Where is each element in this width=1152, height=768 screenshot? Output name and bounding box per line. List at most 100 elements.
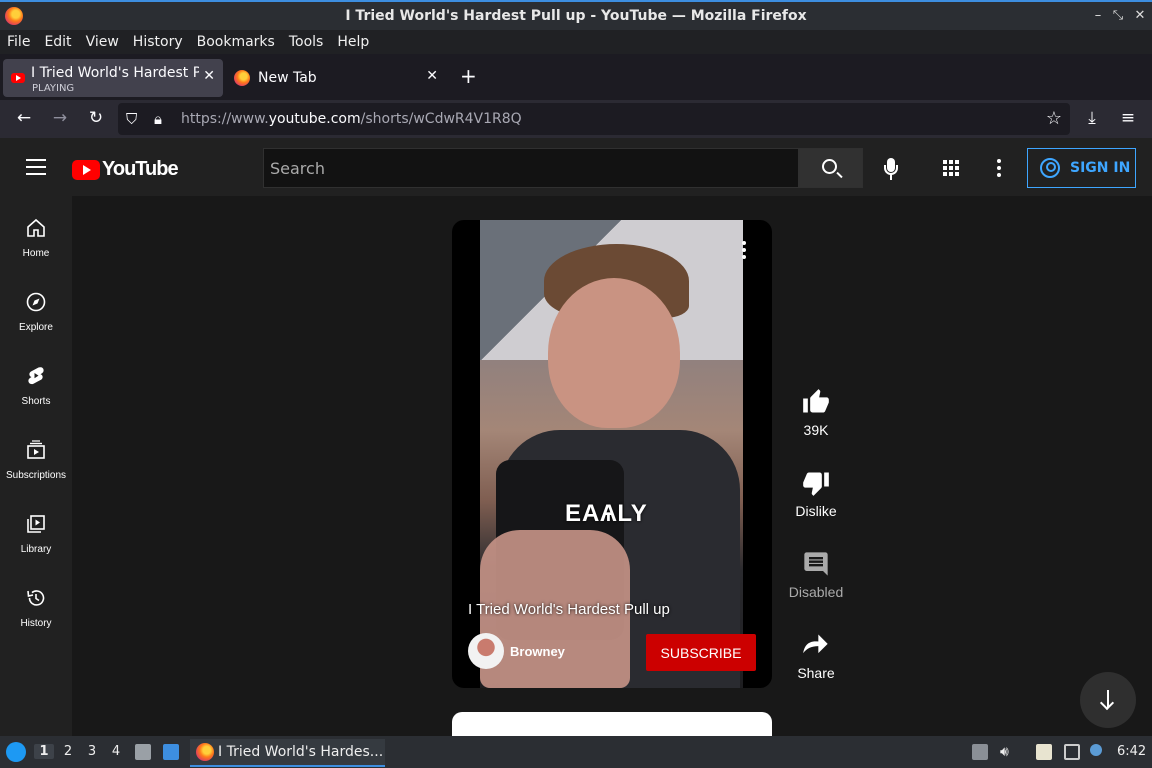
workspace-3[interactable]: 3 (82, 744, 102, 759)
tab-label: New Tab (258, 70, 317, 86)
tab-bar: I Tried World's Hardest Pu PLAYING ✕ New… (0, 54, 1152, 100)
guide-menu-icon[interactable] (26, 159, 46, 180)
navigation-bar: ← → ↻ ⛉ 🔒︎ https://www.youtube.com/short… (0, 100, 1152, 138)
menu-help[interactable]: Help (337, 34, 369, 50)
menu-bar: File Edit View History Bookmarks Tools H… (0, 30, 1152, 54)
youtube-header: YouTube (0, 138, 1152, 196)
workspace-1[interactable]: 1 (34, 744, 54, 759)
notes-icon[interactable] (1036, 744, 1052, 760)
youtube-logo[interactable]: YouTube (72, 158, 179, 181)
network-icon[interactable] (1064, 744, 1080, 760)
library-icon (27, 515, 45, 533)
mini-guide-sidebar: Home Explore Shorts Subscriptions Librar… (0, 196, 72, 736)
app-menu-icon[interactable]: ≡ (1117, 108, 1139, 128)
address-bar[interactable]: ⛉ 🔒︎ https://www.youtube.com/shorts/wCdw… (118, 103, 1070, 135)
sidebar-item-home[interactable]: Home (0, 196, 72, 270)
menu-history[interactable]: History (133, 34, 183, 50)
compass-icon (26, 292, 46, 312)
subscriptions-icon (27, 440, 45, 459)
close-tab-icon[interactable]: ✕ (203, 68, 215, 84)
like-count: 39K (803, 422, 829, 438)
app-launcher-icon[interactable] (6, 742, 26, 762)
sidebar-item-history[interactable]: History (0, 566, 72, 640)
tab-label: I Tried World's Hardest Pu (31, 65, 199, 81)
voice-search-mic-icon[interactable] (884, 158, 898, 182)
sidebar-item-library[interactable]: Library (0, 492, 72, 566)
back-arrow-icon[interactable]: ← (13, 108, 35, 128)
sidebar-item-label: Explore (19, 322, 53, 333)
home-icon (27, 218, 45, 237)
menu-edit[interactable]: Edit (44, 34, 71, 50)
tab-playing-indicator: PLAYING (32, 83, 75, 94)
clock: 6:42 (1117, 744, 1147, 759)
sidebar-item-label: History (20, 618, 52, 629)
youtube-favicon-icon (11, 73, 25, 83)
show-desktop-icon[interactable] (163, 744, 179, 760)
url-text[interactable]: https://www.youtube.com/shorts/wCdwR4V1R… (181, 111, 522, 127)
menu-tools[interactable]: Tools (289, 34, 324, 50)
downloads-icon[interactable]: ⤓ (1081, 108, 1103, 128)
short-title[interactable]: I Tried World's Hardest Pull up (468, 601, 670, 618)
notification-icon[interactable] (1090, 744, 1102, 756)
window-titlebar: I Tried World's Hardest Pull up - YouTub… (0, 0, 1152, 30)
sidebar-item-explore[interactable]: Explore (0, 270, 72, 344)
firefox-icon (196, 743, 214, 761)
volume-icon[interactable]: 🔊︎ (1000, 744, 1016, 760)
dislike-label: Dislike (795, 503, 837, 519)
sidebar-item-label: Library (20, 544, 52, 555)
bookmark-star-icon[interactable]: ☆ (1046, 108, 1062, 129)
settings-kebab-icon[interactable] (997, 159, 1001, 180)
menu-view[interactable]: View (86, 34, 119, 50)
sidebar-item-label: Subscriptions (5, 470, 67, 481)
file-manager-icon[interactable] (135, 744, 151, 760)
lock-icon[interactable]: 🔒︎ (154, 110, 162, 128)
workspace-2[interactable]: 2 (58, 744, 78, 759)
video-person-face (548, 278, 680, 428)
sidebar-item-shorts[interactable]: Shorts (0, 344, 72, 418)
workspace-4[interactable]: 4 (106, 744, 126, 759)
youtube-wordmark: YouTube (102, 158, 179, 180)
arrow-down-icon (1107, 690, 1109, 708)
search-button[interactable] (799, 148, 863, 188)
taskbar-firefox-task[interactable]: I Tried World's Hardes... (190, 739, 385, 767)
channel-avatar[interactable] (468, 633, 504, 669)
minimize-icon[interactable]: – (1090, 8, 1106, 23)
window-title: I Tried World's Hardest Pull up - YouTub… (345, 8, 807, 24)
share-arrow-icon (803, 634, 828, 654)
reload-icon[interactable]: ↻ (85, 108, 107, 128)
new-tab-plus-icon[interactable]: + (460, 64, 477, 88)
restore-icon[interactable]: ⤡ (1110, 8, 1126, 23)
menu-bookmarks[interactable]: Bookmarks (197, 34, 275, 50)
thumbs-up-icon (803, 389, 829, 413)
thumbs-down-icon (803, 472, 829, 496)
menu-file[interactable]: File (7, 34, 30, 50)
system-taskbar: 1 2 3 4 I Tried World's Hardes... 🔊︎ 6:4… (0, 736, 1152, 768)
user-avatar-icon (1040, 158, 1060, 178)
sidebar-item-label: Shorts (21, 396, 51, 407)
sign-in-button[interactable]: SIGN IN (1027, 148, 1136, 188)
short-video-player[interactable]: EAѦLY I Tried World's Hardest Pull up Br… (452, 220, 772, 688)
search-icon (822, 159, 837, 174)
firefox-favicon-icon (234, 70, 250, 86)
sidebar-item-label: Home (22, 248, 50, 259)
next-short-button[interactable] (1080, 672, 1136, 728)
shield-icon[interactable]: ⛉ (126, 110, 137, 128)
search-input[interactable] (264, 149, 798, 187)
tab-youtube[interactable]: I Tried World's Hardest Pu PLAYING ✕ (3, 59, 223, 97)
sidebar-item-subscriptions[interactable]: Subscriptions (0, 418, 72, 492)
subscribe-button[interactable]: SUBSCRIBE (646, 634, 756, 671)
video-overlay-caption: EAѦLY (565, 500, 648, 527)
apps-grid-icon[interactable] (943, 160, 959, 176)
clipboard-icon[interactable] (972, 744, 988, 760)
next-short-preview[interactable] (452, 712, 772, 736)
forward-arrow-icon[interactable]: → (49, 108, 71, 128)
channel-name[interactable]: Browney (510, 644, 565, 659)
tab-new-tab[interactable]: New Tab ✕ (228, 59, 446, 97)
sign-in-label: SIGN IN (1070, 160, 1131, 176)
close-window-icon[interactable]: ✕ (1132, 8, 1148, 23)
shorts-icon (28, 367, 44, 385)
share-label: Share (797, 665, 835, 681)
short-more-options-icon[interactable] (742, 241, 746, 262)
comment-icon (804, 552, 828, 576)
close-tab-icon[interactable]: ✕ (426, 68, 438, 84)
